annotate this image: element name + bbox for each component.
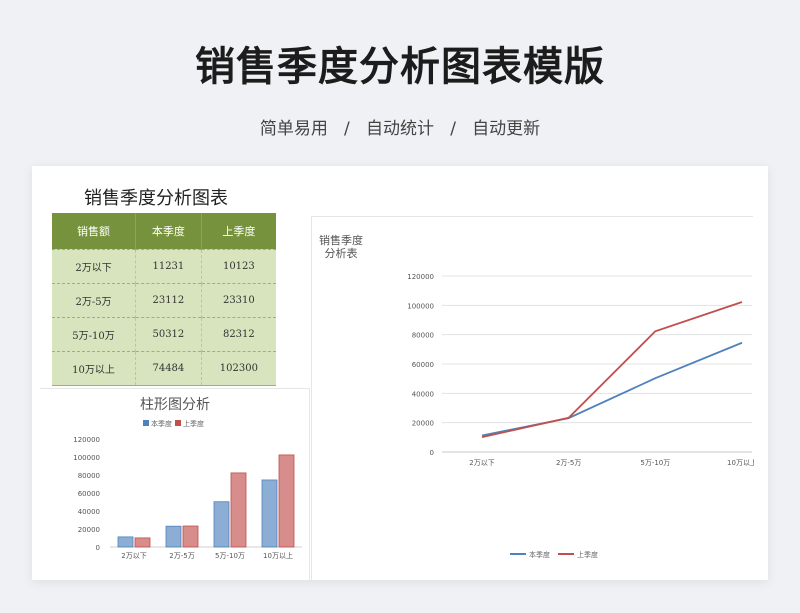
table-title: 销售季度分析图表 [84, 188, 228, 209]
table-cell: 2万以下 [52, 248, 137, 283]
table-cell: 2万-5万 [52, 282, 137, 317]
table-cell: 10万以上 [52, 350, 137, 386]
y-tick-label: 0 [96, 544, 100, 552]
table-row: 2万以下 11231 10123 [52, 248, 276, 283]
subtitle-item-auto-stats: 自动统计 [366, 119, 434, 139]
x-tick-label: 5万-10万 [640, 459, 670, 467]
y-tick-label: 120000 [73, 436, 100, 444]
y-tick-label: 60000 [78, 490, 100, 498]
y-tick-label: 40000 [412, 390, 434, 398]
bar-chart-title: 柱形图分析 [140, 397, 210, 413]
table-row: 10万以上 74484 102300 [52, 350, 276, 386]
series-line [481, 341, 743, 437]
bar-chart-panel: 柱形图分析本季度 上季度 0 20000 40000 60000 80000 100000 12… [40, 388, 310, 580]
y-tick-label: 80000 [412, 332, 434, 340]
subtitle-item-auto-update: 自动更新 [472, 119, 541, 139]
bar [213, 501, 230, 548]
legend-swatch [143, 420, 149, 426]
bar [117, 536, 134, 548]
y-tick-label: 120000 [407, 273, 434, 281]
page-subtitle: 简单易用 / 自动统计 / 自动更新 [259, 119, 541, 139]
table-row: 2万-5万 23112 23310 [52, 282, 276, 317]
y-tick-label: 80000 [78, 472, 100, 480]
bar [230, 472, 247, 548]
bar [278, 454, 295, 548]
x-tick-label: 2万-5万 [556, 459, 581, 467]
legend-label: 本季度 [529, 550, 550, 559]
y-tick-label: 40000 [78, 508, 100, 516]
report-card: 销售季度分析图表 销售额 本季度 上季度 2万以下 11231 10123 2万… [32, 166, 768, 580]
table-cell: 74484 [135, 350, 202, 386]
bar [165, 525, 182, 548]
legend-label: 上季度 [183, 419, 204, 428]
table-row: 5万-10万 50312 82312 [52, 316, 276, 351]
table-cell: 10123 [201, 248, 276, 283]
table-cell: 23310 [201, 282, 276, 317]
sales-table: 销售额 本季度 上季度 2万以下 11231 10123 2万-5万 23112… [52, 213, 276, 386]
table-cell: 50312 [135, 316, 202, 351]
y-tick-label: 20000 [412, 420, 434, 428]
header-sales: 销售额 [52, 213, 137, 249]
y-tick-label: 100000 [407, 302, 434, 310]
line-chart-title-line-1: 销售季度 [319, 233, 363, 247]
bar [261, 479, 278, 548]
legend-label: 上季度 [577, 550, 598, 559]
table-cell: 11231 [135, 248, 202, 283]
series-line [481, 301, 743, 439]
x-tick-label: 2万-5万 [169, 552, 194, 560]
table-header-row: 销售额 本季度 上季度 [52, 213, 276, 249]
legend-label: 本季度 [151, 419, 172, 428]
x-tick-label: 10万以上 [263, 551, 293, 560]
header-last-quarter: 上季度 [201, 213, 276, 249]
header-this-quarter: 本季度 [135, 213, 202, 249]
bar-chart: 柱形图分析本季度 上季度 0 20000 40000 60000 80000 100000 12… [73, 397, 302, 560]
line-chart: 销售季度分析表 0 20000 40000 60000 80000 100000 120000… [319, 233, 757, 559]
bar [134, 537, 151, 548]
table-cell: 82312 [201, 316, 276, 351]
subtitle-item-easy: 简单易用 [259, 119, 328, 139]
table-cell: 102300 [201, 350, 276, 386]
line-chart-panel: 销售季度 分析表 0 20000 40000 60000 80000 100000 120000… [311, 216, 757, 580]
x-tick-label: 2万以下 [121, 552, 146, 560]
table-cell: 5万-10万 [52, 316, 137, 351]
y-tick-label: 20000 [78, 526, 100, 534]
x-tick-label: 5万-10万 [215, 552, 245, 560]
y-tick-label: 100000 [73, 454, 100, 462]
x-tick-label: 2万以下 [469, 459, 494, 467]
y-tick-label: 60000 [412, 361, 434, 369]
legend-swatch [175, 420, 181, 426]
bar [182, 525, 199, 548]
y-tick-label: 0 [430, 449, 434, 457]
page-title: 销售季度分析图表模版 [195, 44, 605, 90]
table-cell: 23112 [135, 282, 202, 317]
x-tick-label: 10万以上 [727, 458, 754, 467]
line-chart-title-line-2: 分析表 [325, 246, 358, 260]
